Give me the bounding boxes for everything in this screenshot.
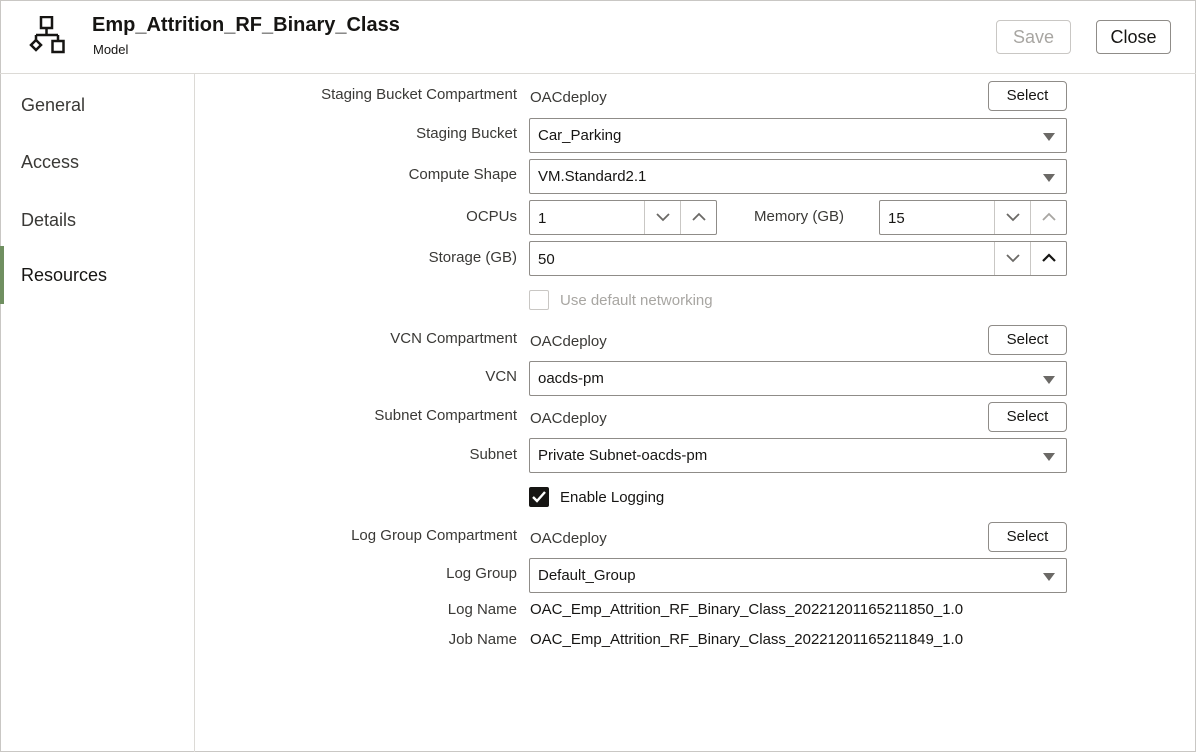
sidebar-item-general[interactable]: General — [0, 76, 194, 134]
log-group-compartment-label: Log Group Compartment — [351, 527, 517, 544]
storage-label: Storage (GB) — [428, 249, 517, 266]
dropdown-caret-icon — [1043, 573, 1055, 581]
subnet-compartment-label: Subnet Compartment — [374, 407, 517, 424]
chevron-down-icon — [1006, 254, 1020, 263]
log-group-compartment-value: OACdeploy — [530, 530, 607, 547]
staging-bucket-compartment-label: Staging Bucket Compartment — [321, 86, 517, 103]
memory-stepper[interactable]: 15 — [879, 200, 1067, 235]
vcn-label: VCN — [485, 368, 517, 385]
memory-increment-button[interactable] — [1030, 201, 1066, 234]
sidebar-nav: General Access Details Resources — [0, 74, 195, 752]
vcn-dropdown[interactable]: oacds-pm — [529, 361, 1067, 396]
memory-label: Memory (GB) — [754, 208, 844, 225]
dialog-header: Emp_Attrition_RF_Binary_Class Model Save… — [0, 0, 1196, 74]
dropdown-caret-icon — [1043, 174, 1055, 182]
dropdown-caret-icon — [1043, 453, 1055, 461]
sidebar-item-resources[interactable]: Resources — [0, 246, 194, 304]
subnet-compartment-value: OACdeploy — [530, 410, 607, 427]
dropdown-caret-icon — [1043, 376, 1055, 384]
log-name-value: OAC_Emp_Attrition_RF_Binary_Class_202212… — [530, 601, 964, 618]
staging-bucket-compartment-value: OACdeploy — [530, 89, 607, 106]
enable-logging-checkbox[interactable] — [529, 487, 549, 507]
vcn-compartment-value: OACdeploy — [530, 333, 607, 350]
subnet-dropdown[interactable]: Private Subnet-oacds-pm — [529, 438, 1067, 473]
save-button[interactable]: Save — [996, 20, 1071, 54]
default-networking-label: Use default networking — [560, 292, 713, 309]
ocpus-label: OCPUs — [466, 208, 517, 225]
staging-bucket-value: Car_Parking — [538, 127, 622, 144]
log-group-dropdown[interactable]: Default_Group — [529, 558, 1067, 593]
default-networking-checkbox[interactable] — [529, 290, 549, 310]
page-subtitle: Model — [93, 42, 129, 57]
chevron-down-icon — [1006, 213, 1020, 222]
subnet-value: Private Subnet-oacds-pm — [538, 447, 708, 464]
sidebar-item-details[interactable]: Details — [0, 191, 194, 249]
close-button[interactable]: Close — [1096, 20, 1171, 54]
log-group-compartment-select-button[interactable]: Select — [988, 522, 1067, 552]
compute-shape-dropdown[interactable]: VM.Standard2.1 — [529, 159, 1067, 194]
storage-value: 50 — [538, 251, 555, 268]
staging-bucket-dropdown[interactable]: Car_Parking — [529, 118, 1067, 153]
storage-increment-button[interactable] — [1030, 242, 1066, 275]
compute-shape-value: VM.Standard2.1 — [538, 168, 647, 185]
chevron-up-icon — [1042, 253, 1056, 262]
subnet-compartment-select-button[interactable]: Select — [988, 402, 1067, 432]
log-group-value: Default_Group — [538, 567, 636, 584]
vcn-value: oacds-pm — [538, 370, 604, 387]
page-title: Emp_Attrition_RF_Binary_Class — [92, 14, 400, 36]
checkmark-icon — [532, 491, 546, 503]
staging-bucket-compartment-select-button[interactable]: Select — [988, 81, 1067, 111]
job-name-label: Job Name — [448, 631, 517, 648]
model-hierarchy-icon — [29, 16, 65, 54]
log-group-label: Log Group — [446, 565, 517, 582]
sidebar-item-access[interactable]: Access — [0, 133, 194, 191]
memory-value: 15 — [888, 210, 905, 227]
enable-logging-label: Enable Logging — [560, 489, 665, 506]
subnet-label: Subnet — [469, 446, 517, 463]
vcn-compartment-label: VCN Compartment — [390, 330, 517, 347]
storage-stepper[interactable]: 50 — [529, 241, 1067, 276]
log-name-label: Log Name — [447, 601, 517, 618]
memory-decrement-button[interactable] — [994, 201, 1030, 234]
staging-bucket-label: Staging Bucket — [416, 125, 517, 142]
job-name-value: OAC_Emp_Attrition_RF_Binary_Class_202212… — [530, 631, 964, 648]
storage-decrement-button[interactable] — [994, 242, 1030, 275]
dropdown-caret-icon — [1043, 133, 1055, 141]
chevron-up-icon — [1042, 212, 1056, 221]
compute-shape-label: Compute Shape — [408, 166, 517, 183]
vcn-compartment-select-button[interactable]: Select — [988, 325, 1067, 355]
